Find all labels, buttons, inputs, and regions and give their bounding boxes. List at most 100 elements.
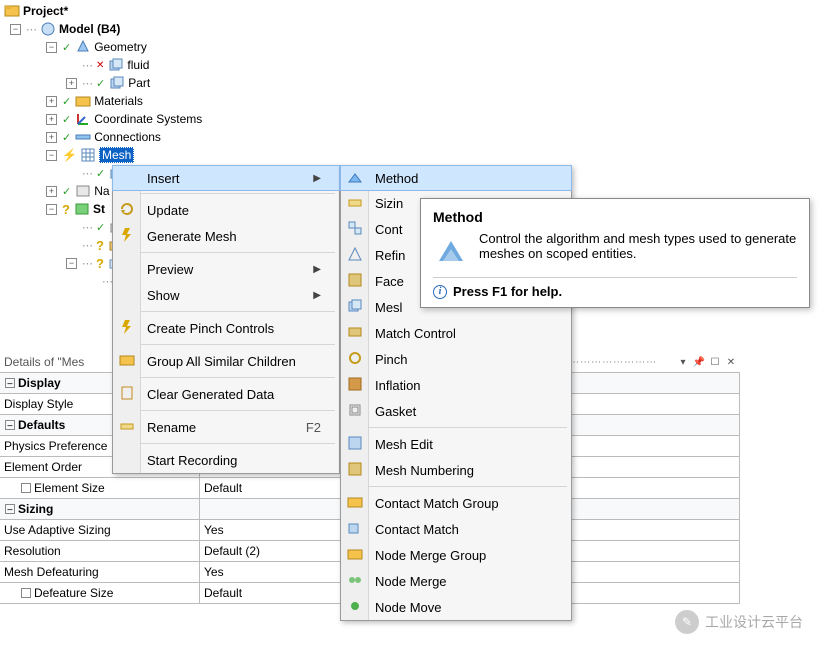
expander-plus-icon[interactable]: + xyxy=(46,186,57,197)
submenu-mesh-numbering[interactable]: Mesh Numbering xyxy=(341,457,571,483)
tooltip-help: Press F1 for help. xyxy=(453,284,562,299)
status-question-icon: ? xyxy=(62,202,70,217)
submenu-arrow-icon: ▶ xyxy=(313,173,321,184)
expander-minus-icon[interactable]: − xyxy=(46,42,57,53)
submenu-arrow-icon: ▶ xyxy=(313,290,321,301)
prop-name: Defeature Size xyxy=(34,586,113,600)
tree-materials[interactable]: Materials xyxy=(94,94,143,108)
refine-icon xyxy=(346,245,364,263)
collapse-icon[interactable] xyxy=(5,378,15,388)
expander-plus-icon[interactable]: + xyxy=(46,96,57,107)
menu-label: Start Recording xyxy=(147,453,237,468)
status-ok-icon: ✓ xyxy=(96,221,105,234)
menu-insert[interactable]: Insert ▶ xyxy=(112,165,340,191)
context-menu-mesh[interactable]: Insert ▶ Update Generate Mesh Preview ▶ … xyxy=(112,165,340,474)
submenu-inflation[interactable]: Inflation xyxy=(341,372,571,398)
checkbox-icon[interactable] xyxy=(21,483,31,493)
cmg-icon xyxy=(346,493,364,511)
menu-label: Generate Mesh xyxy=(147,229,237,244)
sizing-icon xyxy=(346,193,364,211)
info-icon: i xyxy=(433,285,447,299)
maximize-icon[interactable]: ☐ xyxy=(708,355,722,369)
cmatch-icon xyxy=(346,519,364,537)
pin-icon[interactable]: 📌 xyxy=(692,355,706,369)
submenu-contact-match-group[interactable]: Contact Match Group xyxy=(341,490,571,516)
expander-plus-icon[interactable]: + xyxy=(46,114,57,125)
expander-plus-icon[interactable]: + xyxy=(46,132,57,143)
bolt-icon xyxy=(118,318,136,336)
menu-group-children[interactable]: Group All Similar Children xyxy=(113,348,339,374)
status-suppressed-icon: ✕ xyxy=(96,60,104,71)
match-icon xyxy=(346,323,364,341)
prop-name: Resolution xyxy=(0,541,200,561)
menu-create-pinch[interactable]: Create Pinch Controls xyxy=(113,315,339,341)
menu-label: Mesl xyxy=(375,300,402,315)
expander-plus-icon[interactable]: + xyxy=(66,78,77,89)
tree-named[interactable]: Na xyxy=(94,184,109,198)
folder-icon xyxy=(118,351,136,369)
submenu-match-control[interactable]: Match Control xyxy=(341,320,571,346)
body-icon xyxy=(109,75,125,91)
tree-connections[interactable]: Connections xyxy=(94,130,161,144)
submenu-node-merge[interactable]: Node Merge xyxy=(341,568,571,594)
project-folder-icon xyxy=(4,3,20,19)
submenu-mesh-edit[interactable]: Mesh Edit xyxy=(341,431,571,457)
submenu-node-move[interactable]: Node Move xyxy=(341,594,571,620)
watermark: ✎ 工业设计云平台 xyxy=(675,610,803,634)
checkbox-icon[interactable] xyxy=(21,588,31,598)
menu-rename[interactable]: Rename F2 xyxy=(113,414,339,440)
materials-icon xyxy=(75,93,91,109)
menu-label: Contact Match xyxy=(375,522,459,537)
tree-geometry[interactable]: Geometry xyxy=(94,40,147,54)
mesh-icon xyxy=(80,147,96,163)
tree-project[interactable]: Project* xyxy=(23,4,68,18)
meshedit-icon xyxy=(346,434,364,452)
status-question-icon: ? xyxy=(96,238,104,253)
tooltip-body: Control the algorithm and mesh types use… xyxy=(479,231,797,267)
menu-show[interactable]: Show ▶ xyxy=(113,282,339,308)
submenu-contact-match[interactable]: Contact Match xyxy=(341,516,571,542)
env-icon xyxy=(74,201,90,217)
expander-minus-icon[interactable]: − xyxy=(46,204,57,215)
tree-mesh-selected[interactable]: Mesh xyxy=(99,147,134,163)
meshnum-icon xyxy=(346,460,364,478)
status-bolt-icon: ⚡ xyxy=(62,148,77,162)
tree-part[interactable]: Part xyxy=(128,76,150,90)
collapse-icon[interactable] xyxy=(5,420,15,430)
menu-update[interactable]: Update xyxy=(113,197,339,223)
menu-label: Preview xyxy=(147,262,193,277)
gasket-icon xyxy=(346,401,364,419)
menu-start-recording[interactable]: Start Recording xyxy=(113,447,339,473)
expander-minus-icon[interactable]: − xyxy=(46,150,57,161)
section-label: Display xyxy=(18,376,61,390)
close-icon[interactable]: ✕ xyxy=(724,355,738,369)
tree-fluid[interactable]: fluid xyxy=(127,58,149,72)
prop-name: Element Size xyxy=(34,481,105,495)
model-icon xyxy=(40,21,56,37)
tooltip-method: Method Control the algorithm and mesh ty… xyxy=(420,198,810,308)
dropdown-icon[interactable]: ▾ xyxy=(676,355,690,369)
menu-preview[interactable]: Preview ▶ xyxy=(113,256,339,282)
menu-label: Face xyxy=(375,274,404,289)
submenu-method[interactable]: Method xyxy=(340,165,572,191)
menu-label: Match Control xyxy=(375,326,456,341)
submenu-node-merge-group[interactable]: Node Merge Group xyxy=(341,542,571,568)
expander-minus-icon[interactable]: − xyxy=(66,258,77,269)
watermark-icon: ✎ xyxy=(675,610,699,634)
expander-minus-icon[interactable]: − xyxy=(10,24,21,35)
bolt-icon xyxy=(118,226,136,244)
pinch-icon xyxy=(346,349,364,367)
watermark-text: 工业设计云平台 xyxy=(705,612,803,632)
contact-icon xyxy=(346,219,364,237)
clear-icon xyxy=(118,384,136,402)
submenu-gasket[interactable]: Gasket xyxy=(341,398,571,424)
menu-generate-mesh[interactable]: Generate Mesh xyxy=(113,223,339,249)
submenu-arrow-icon: ▶ xyxy=(313,264,321,275)
tree-model[interactable]: Model (B4) xyxy=(59,22,120,36)
menu-label: Group All Similar Children xyxy=(147,354,296,369)
tree-static[interactable]: St xyxy=(93,202,105,216)
submenu-pinch[interactable]: Pinch xyxy=(341,346,571,372)
collapse-icon[interactable] xyxy=(5,504,15,514)
menu-clear-data[interactable]: Clear Generated Data xyxy=(113,381,339,407)
tree-coordsys[interactable]: Coordinate Systems xyxy=(94,112,202,126)
